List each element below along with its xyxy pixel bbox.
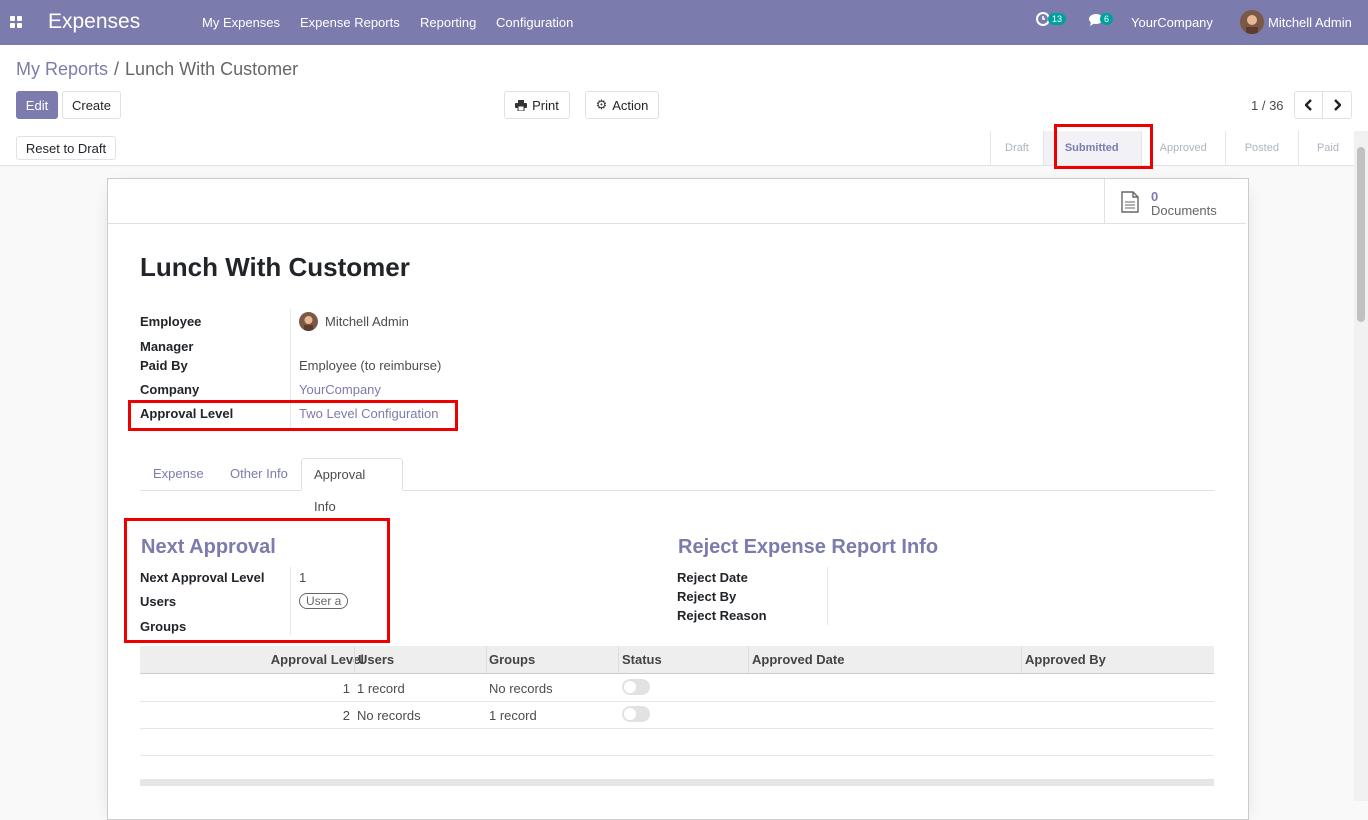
employee-avatar: [299, 312, 318, 331]
column-approved-date[interactable]: Approved Date: [752, 652, 844, 667]
tab-other-info[interactable]: Other Info: [218, 458, 300, 490]
stage-pipeline: Draft Submitted Approved Posted Paid: [990, 131, 1354, 165]
breadcrumb-separator: /: [114, 59, 120, 79]
stage-draft[interactable]: Draft: [990, 131, 1043, 165]
table-footer: [140, 779, 1214, 786]
stage-approved[interactable]: Approved: [1140, 131, 1225, 165]
employee-label: Employee: [140, 314, 202, 329]
button-box: 0 Documents: [108, 179, 1246, 224]
user-avatar-icon: [1240, 10, 1264, 34]
top-navbar: Expenses My Expenses Expense Reports Rep…: [0, 0, 1368, 45]
create-button-label: Create: [71, 97, 112, 113]
record-title: Lunch With Customer: [140, 252, 410, 282]
reject-divider: [827, 567, 828, 625]
stage-paid[interactable]: Paid: [1297, 131, 1354, 165]
scrollbar-thumb[interactable]: [1357, 147, 1365, 322]
column-approval-level[interactable]: Approval Level: [271, 652, 364, 667]
reset-to-draft-button[interactable]: Reset to Draft: [16, 136, 116, 160]
chevron-left-icon: [1304, 99, 1312, 111]
paid-by-value: Employee (to reimburse): [299, 358, 442, 373]
cell-groups: No records: [489, 681, 553, 696]
highlight-next-approval: [124, 518, 390, 643]
reject-date-label: Reject Date: [677, 570, 748, 585]
app-title[interactable]: Expenses: [48, 10, 140, 34]
print-button[interactable]: Print: [504, 91, 570, 119]
tab-expense[interactable]: Expense: [141, 458, 216, 490]
form-sheet: 0 Documents Lunch With Customer Employee…: [107, 178, 1249, 820]
status-toggle[interactable]: [622, 679, 650, 695]
column-groups[interactable]: Groups: [489, 652, 535, 667]
documents-smart-button[interactable]: 0 Documents: [1104, 179, 1247, 223]
chevron-right-icon: [1334, 99, 1341, 111]
paid-by-label: Paid By: [140, 358, 188, 373]
user-avatar[interactable]: [1240, 10, 1264, 34]
print-icon: [515, 99, 528, 111]
pager-previous-button[interactable]: [1294, 91, 1323, 119]
cell-approval-level: 2: [342, 708, 350, 723]
breadcrumb: My Reports / Lunch With Customer: [16, 59, 298, 80]
status-toggle[interactable]: [622, 706, 650, 722]
column-status[interactable]: Status: [622, 652, 662, 667]
company-switcher[interactable]: YourCompany: [1131, 15, 1213, 30]
cell-users: 1 record: [357, 681, 405, 696]
breadcrumb-current: Lunch With Customer: [125, 59, 299, 79]
reject-by-label: Reject By: [677, 589, 737, 604]
menu-reporting[interactable]: Reporting: [420, 15, 476, 30]
activity-badge: 13: [1048, 13, 1067, 25]
table-header: Approval Level Users Groups Status Appro…: [140, 646, 1214, 674]
documents-count: 0: [1151, 189, 1159, 204]
reset-to-draft-label: Reset to Draft: [25, 140, 107, 156]
cell-groups: 1 record: [489, 708, 537, 723]
breadcrumb-parent[interactable]: My Reports: [16, 59, 108, 79]
employee-value[interactable]: Mitchell Admin: [325, 314, 409, 329]
edit-button[interactable]: Edit: [16, 91, 58, 119]
highlight-approval-level: [128, 400, 458, 431]
action-button-label: Action: [612, 97, 649, 113]
manager-label: Manager: [140, 339, 194, 354]
company-value[interactable]: YourCompany: [299, 382, 381, 397]
vertical-scrollbar[interactable]: [1354, 131, 1368, 801]
apps-menu-icon[interactable]: [10, 16, 23, 29]
table-empty-row: [140, 728, 1214, 756]
cell-users: No records: [357, 708, 421, 723]
menu-configuration[interactable]: Configuration: [496, 15, 573, 30]
reject-reason-label: Reject Reason: [677, 608, 767, 623]
highlight-submitted-stage: [1054, 124, 1153, 169]
table-row[interactable]: 2 No records 1 record: [140, 701, 1214, 729]
cell-approval-level: 1: [342, 681, 350, 696]
messaging-badge: 6: [1100, 13, 1114, 25]
create-button[interactable]: Create: [62, 91, 121, 119]
pager-next-button[interactable]: [1322, 91, 1352, 119]
print-button-label: Print: [532, 97, 559, 113]
company-label: Company: [140, 382, 200, 397]
document-icon: [1121, 191, 1139, 213]
reject-info-heading: Reject Expense Report Info: [678, 536, 939, 558]
menu-my-expenses[interactable]: My Expenses: [202, 15, 280, 30]
column-approved-by[interactable]: Approved By: [1025, 652, 1106, 667]
control-panel: My Reports / Lunch With Customer Edit Crea…: [0, 45, 1368, 132]
table-row[interactable]: 1 1 record No records: [140, 674, 1214, 702]
notebook-tabs: Expense Other Info Approval Info: [140, 458, 1214, 514]
gear-icon: ⚙: [595, 97, 608, 112]
documents-label: Documents: [1151, 203, 1217, 218]
pager-value: 1 / 36: [1251, 98, 1284, 113]
user-menu[interactable]: Mitchell Admin: [1268, 15, 1352, 30]
column-users[interactable]: Users: [358, 652, 394, 667]
edit-button-label: Edit: [25, 97, 49, 113]
menu-expense-reports[interactable]: Expense Reports: [300, 15, 400, 30]
tab-approval-info[interactable]: Approval Info: [301, 458, 403, 514]
stage-posted[interactable]: Posted: [1224, 131, 1298, 165]
action-button[interactable]: ⚙ Action: [585, 91, 659, 119]
employee-avatar-icon: [299, 312, 318, 331]
